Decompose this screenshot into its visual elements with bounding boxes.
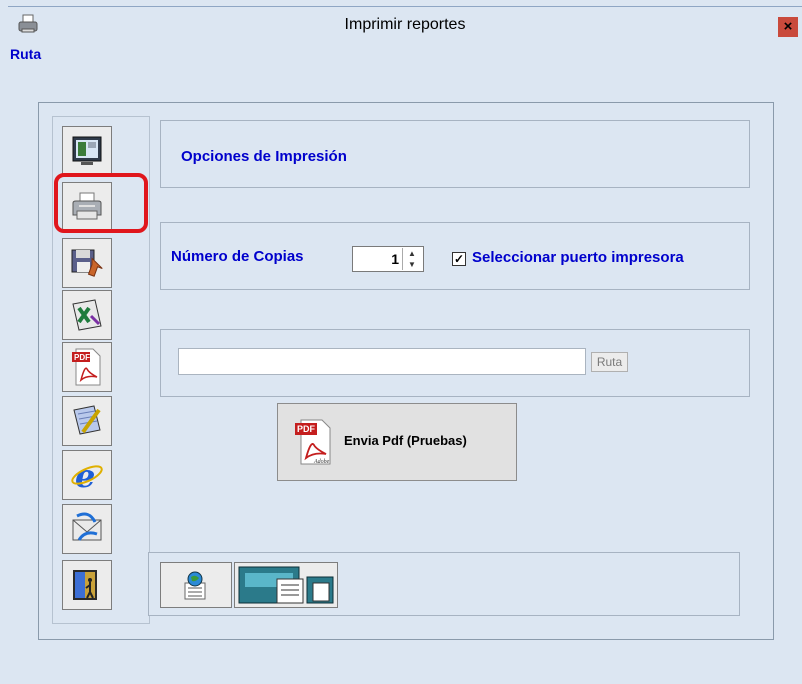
spin-down-arrow-icon[interactable]: ▼ [403,259,421,270]
excel-export-button[interactable] [62,290,112,340]
notepad-icon [69,404,105,438]
spinner-arrows: ▲ ▼ [402,248,421,270]
preview-screen-icon [70,134,104,168]
document-stack-button[interactable] [234,562,338,608]
selected-highlight [54,173,148,233]
pdf-badge-text: PDF [74,353,90,362]
copies-value: 1 [391,251,399,267]
svg-text:e: e [75,457,95,493]
save-button[interactable] [62,238,112,288]
close-button[interactable]: × [778,17,798,37]
select-port-checkbox[interactable]: ✓ [452,252,466,266]
exit-door-icon [69,568,105,602]
copies-label: Número de Copias [171,248,304,265]
adobe-text: Adobe [313,459,330,465]
save-disk-icon [69,246,105,280]
pdf-icon: PDF [69,347,105,387]
path-label: Ruta [10,46,42,62]
web-document-button[interactable] [160,562,232,608]
pdf-export-button[interactable]: PDF [62,342,112,392]
pdf-icon: PDF Adobe [292,418,336,471]
path-input[interactable] [178,348,586,375]
email-send-button[interactable] [62,504,112,554]
excel-icon [69,298,105,332]
print-options-heading: Opciones de Impresión [181,148,347,165]
print-reports-window: Imprimir reportes × Ruta PDF e Opciones … [0,0,802,684]
web-document-icon [177,569,213,606]
send-pdf-label: Envia Pdf (Pruebas) [344,433,467,448]
select-port-label[interactable]: Seleccionar puerto impresora [472,249,684,266]
email-send-icon [69,512,105,546]
document-stack-icon [237,565,337,610]
print-options-panel: Opciones de Impresión [160,120,750,188]
path-panel: Ruta [160,329,750,397]
copies-panel: Número de Copias 1 ▲ ▼ ✓ Seleccionar pue… [160,222,750,290]
exit-button[interactable] [62,560,112,610]
pdf-badge-text: PDF [297,424,316,434]
path-button[interactable]: Ruta [591,352,628,372]
preview-screen-button[interactable] [62,126,112,176]
spin-up-arrow-icon[interactable]: ▲ [403,248,421,259]
window-title: Imprimir reportes [344,16,466,33]
copies-spinner[interactable]: 1 ▲ ▼ [352,246,424,272]
title-bar: Imprimir reportes × [8,6,802,45]
internet-explorer-button[interactable]: e [62,450,112,500]
internet-explorer-icon: e [69,457,105,493]
send-pdf-button[interactable]: PDF Adobe Envia Pdf (Pruebas) [277,403,517,481]
notepad-button[interactable] [62,396,112,446]
